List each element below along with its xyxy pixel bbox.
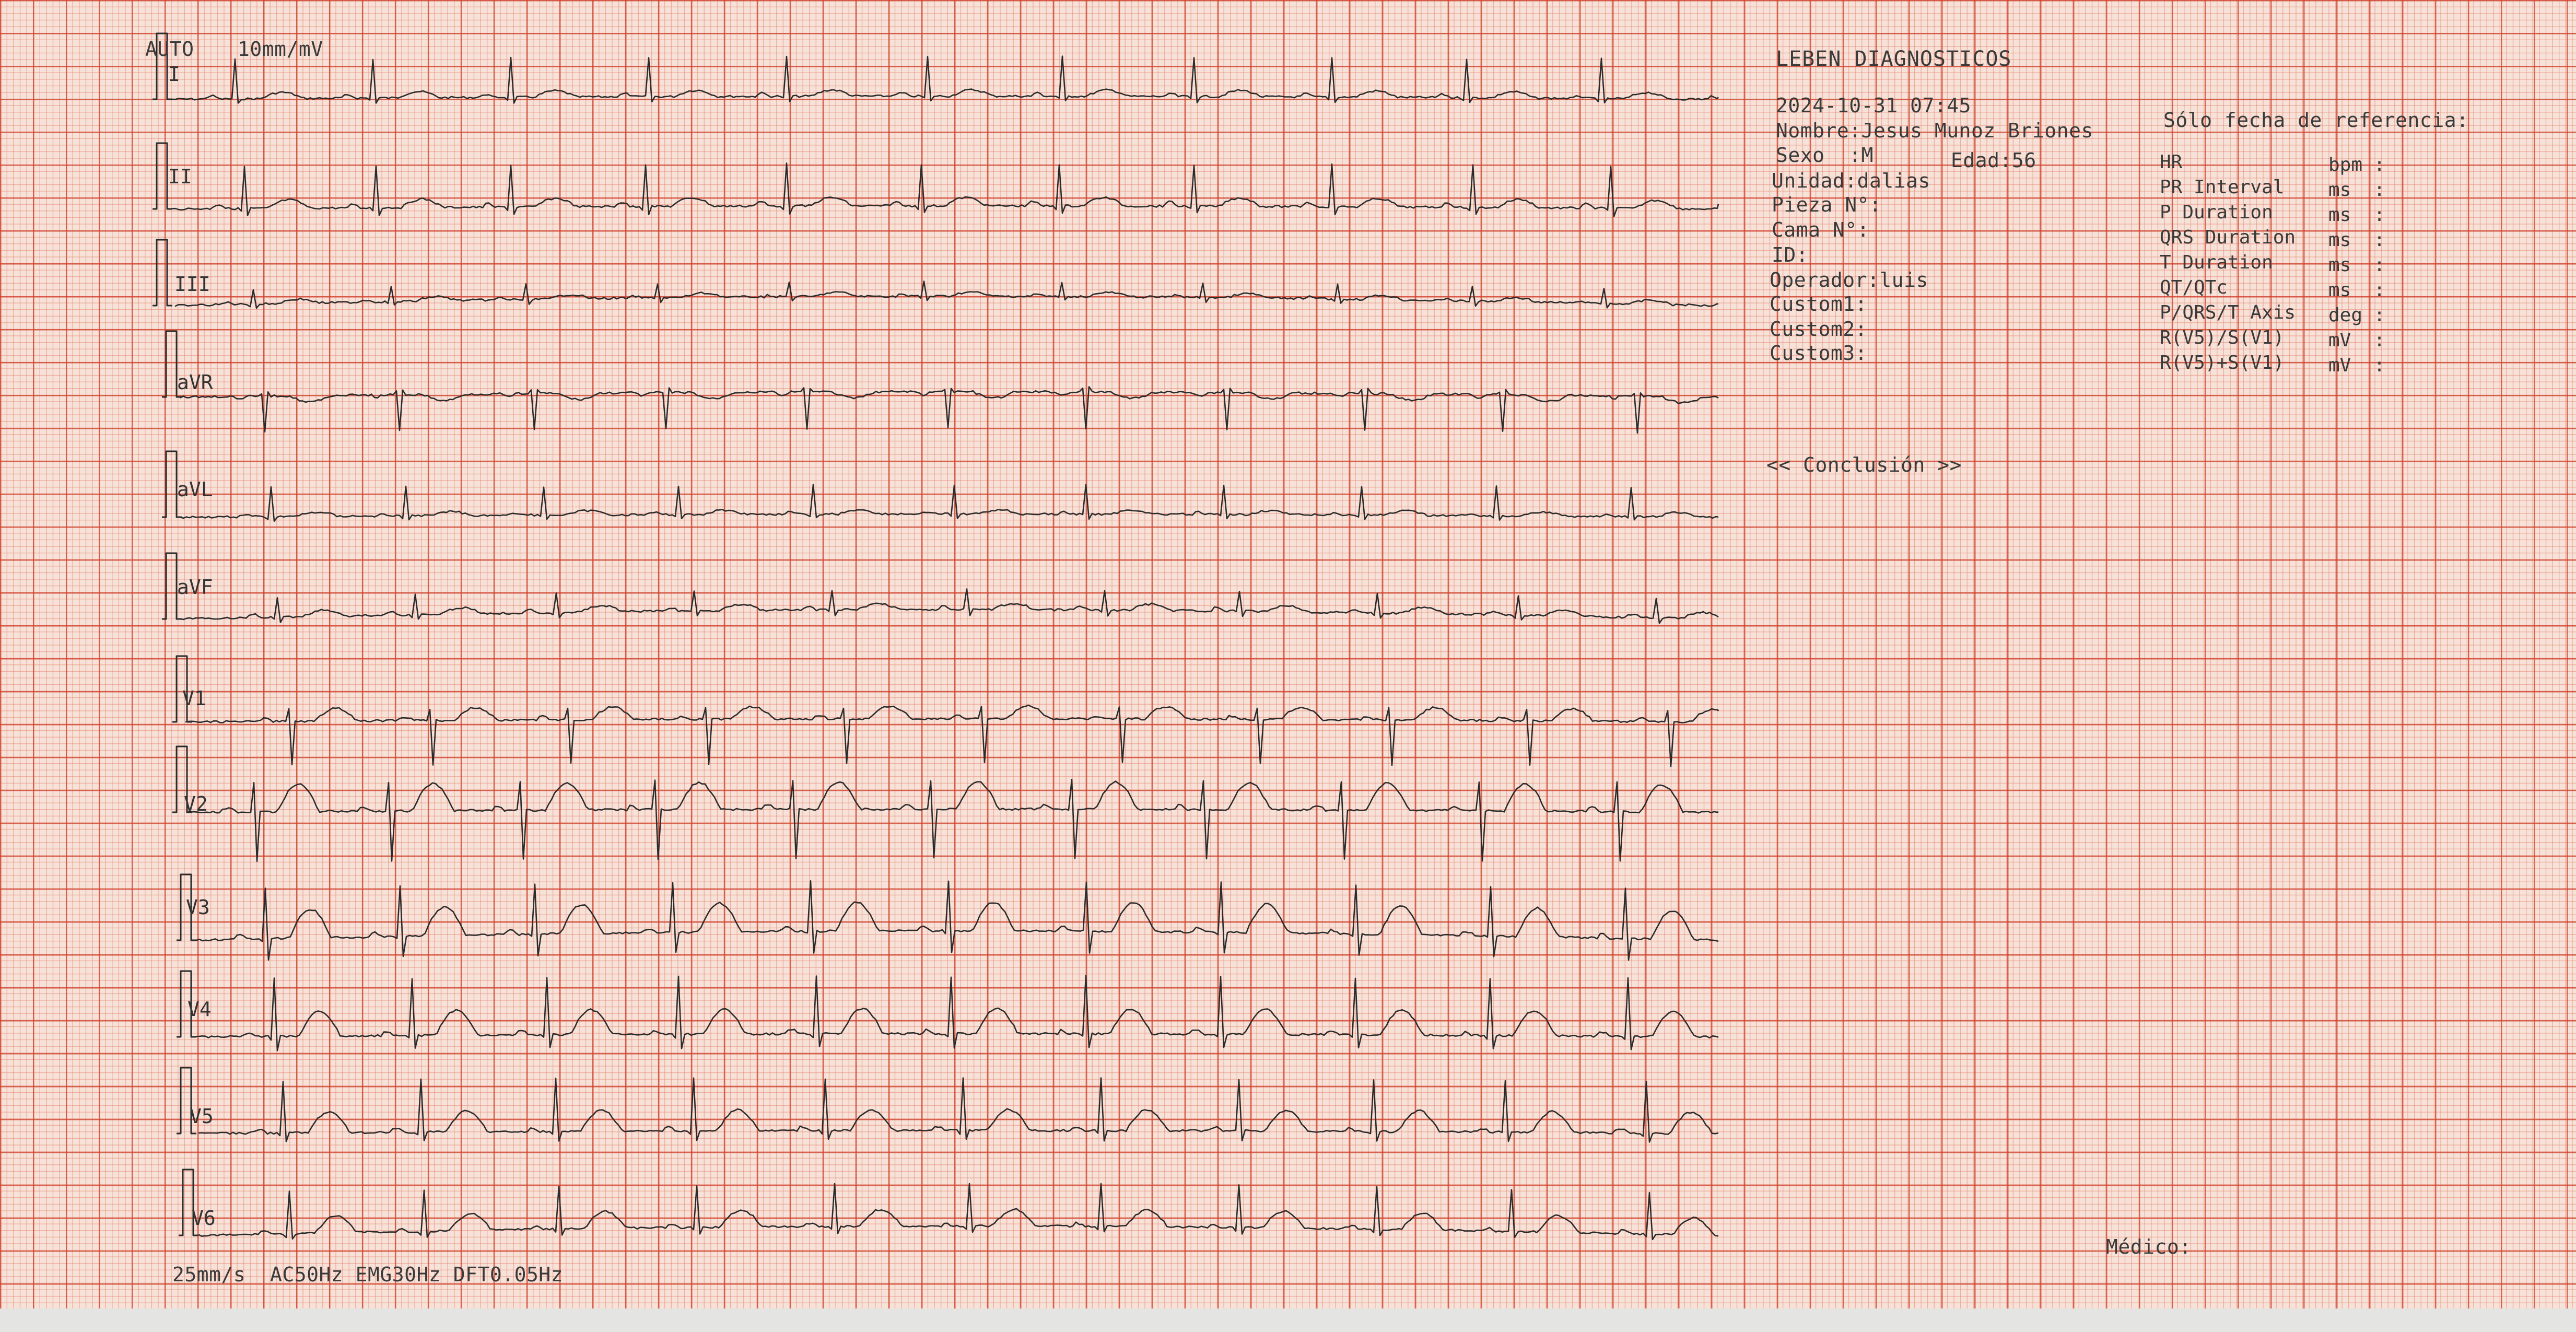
ref-row-unit: ms : — [2328, 204, 2385, 226]
lead-V2-trace — [188, 778, 1719, 862]
lead-aVF-trace — [180, 588, 1719, 624]
patient-bed: Cama N°: — [1772, 218, 1870, 241]
lead-V6-trace — [198, 1183, 1719, 1241]
operator: Operador:luis — [1770, 268, 1928, 291]
patient-sex: Sexo :M — [1776, 144, 1874, 167]
lead-V5-trace — [198, 1077, 1719, 1143]
ref-row-label: T Duration — [2160, 252, 2273, 273]
ref-row-unit: ms : — [2328, 279, 2385, 301]
patient-unit: Unidad:dalias — [1772, 169, 1930, 192]
lead-label-V6: V6 — [192, 1207, 216, 1230]
lead-aVR-trace — [180, 386, 1719, 434]
ref-row-unit: mV : — [2328, 355, 2385, 376]
custom-field-3: Custom3: — [1770, 342, 1868, 365]
ref-row-unit: ms : — [2328, 229, 2385, 251]
custom-field-2: Custom2: — [1770, 318, 1868, 341]
ref-row-unit: deg : — [2328, 305, 2385, 326]
ref-row-label: HR — [2160, 151, 2183, 173]
lead-label-V5: V5 — [190, 1105, 214, 1128]
record-datetime: 2024-10-31 07:45 — [1776, 94, 1972, 117]
lead-aVL-trace — [180, 484, 1719, 522]
lead-label-III: III — [174, 273, 210, 296]
clinic-name: LEBEN DIAGNOSTICOS — [1776, 47, 2012, 71]
lead-V4-trace — [195, 975, 1719, 1051]
ref-row-label: P/QRS/T Axis — [2160, 302, 2296, 323]
patient-room: Pieza N°: — [1772, 193, 1882, 216]
lead-label-V4: V4 — [188, 998, 212, 1021]
ref-row-unit: mV : — [2328, 330, 2385, 351]
lead-label-V1: V1 — [182, 687, 206, 710]
ref-row-label: P Duration — [2160, 202, 2273, 223]
ref-row-label: R(V5)+S(V1) — [2160, 352, 2285, 373]
conclusion-heading: << Conclusión >> — [1766, 453, 1962, 476]
reference-title: Sólo fecha de referencia: — [2163, 109, 2469, 132]
lead-III-trace — [174, 281, 1719, 309]
ref-row-label: QT/QTc — [2160, 277, 2228, 298]
lead-V3-trace — [193, 880, 1719, 961]
filter-settings: 25mm/s AC50Hz EMG30Hz DFT0.05Hz — [172, 1263, 564, 1286]
mode-label: AUTO — [145, 38, 194, 61]
lead-label-aVR: aVR — [177, 371, 213, 394]
calibration-pulse — [153, 239, 172, 307]
lead-label-aVL: aVL — [177, 478, 213, 501]
lead-label-aVF: aVF — [177, 576, 213, 599]
ref-row-label: QRS Duration — [2160, 227, 2296, 248]
patient-id: ID: — [1772, 243, 1809, 266]
ref-row-unit: ms : — [2328, 179, 2385, 201]
patient-name: Nombre:Jesus Munoz Briones — [1776, 119, 2093, 142]
custom-field-1: Custom1: — [1770, 293, 1868, 316]
patient-age: Edad:56 — [1951, 149, 2036, 172]
lead-V1-trace — [185, 704, 1719, 767]
lead-II-trace — [172, 162, 1719, 217]
ref-row-label: PR Interval — [2160, 177, 2285, 198]
lead-label-V3: V3 — [186, 896, 210, 919]
ecg-traces — [153, 32, 1719, 1241]
ref-row-label: R(V5)/S(V1) — [2160, 327, 2285, 348]
physician-signature-label: Médico: — [2106, 1235, 2192, 1258]
ref-row-unit: ms : — [2328, 254, 2385, 276]
gain-label: 10mm/mV — [238, 38, 323, 61]
ref-row-unit: bpm : — [2328, 154, 2385, 176]
lead-label-V2: V2 — [184, 792, 208, 815]
lead-I-trace — [172, 55, 1719, 104]
lead-label-II: II — [168, 165, 192, 188]
lead-label-I: I — [168, 63, 180, 86]
